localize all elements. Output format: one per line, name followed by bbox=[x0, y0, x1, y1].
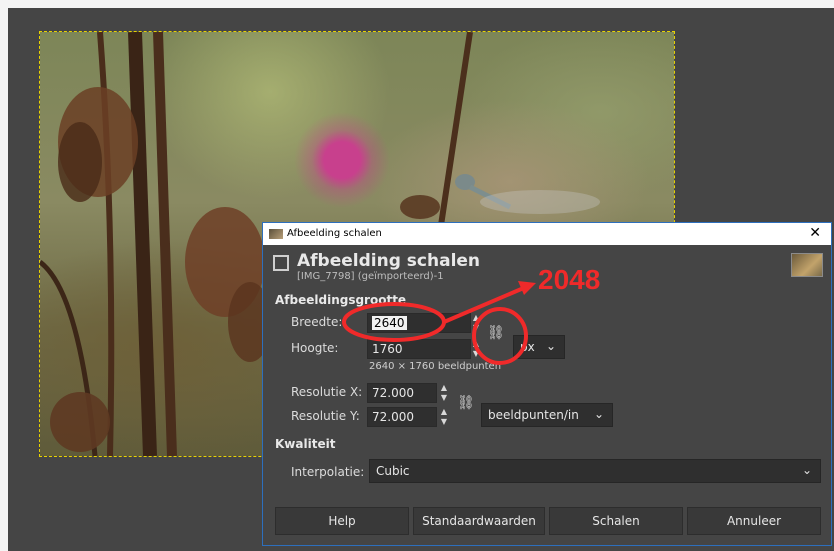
annotation-overlay bbox=[342, 281, 536, 365]
annotation-ellipse-width bbox=[342, 302, 446, 342]
annotation-text: 2048 bbox=[538, 264, 601, 295]
annotation-arrow-line bbox=[443, 285, 527, 324]
annotation-ellipse-chain bbox=[472, 307, 528, 365]
